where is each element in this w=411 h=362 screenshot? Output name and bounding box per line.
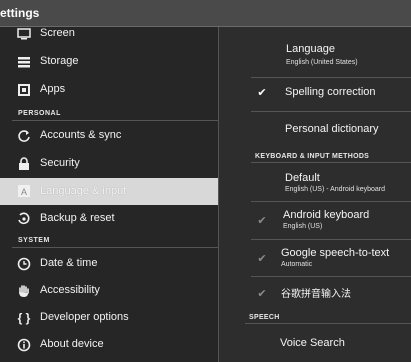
pref-summary: English (US)	[283, 223, 323, 230]
pref-title: Spelling correction	[285, 86, 376, 98]
pref-title: Voice Search	[280, 337, 345, 349]
pref-title: Default	[285, 172, 320, 184]
pref-language[interactable]: Language English (United States)	[219, 35, 411, 73]
sync-icon	[16, 128, 32, 144]
section-header-personal: PERSONAL	[18, 110, 61, 117]
sidebar-item-accounts[interactable]: Accounts & sync	[0, 123, 218, 149]
checkbox-checked-icon[interactable]: ✔	[255, 286, 269, 300]
pref-personal-dictionary[interactable]: Personal dictionary	[219, 115, 411, 145]
sidebar-item-label: Accessibility	[40, 284, 100, 296]
pref-title: Personal dictionary	[285, 123, 379, 135]
section-divider	[245, 323, 411, 324]
sidebar-item-label: Developer options	[40, 311, 129, 323]
list-divider	[251, 276, 411, 277]
pref-voice-search[interactable]: Voice Search	[219, 327, 411, 357]
sidebar-item-accessibility[interactable]: Accessibility	[0, 278, 218, 304]
backup-icon	[16, 211, 32, 227]
sidebar-item-label: Language & input	[40, 185, 127, 197]
section-divider	[12, 247, 218, 248]
language-icon: A	[16, 183, 32, 199]
section-header-keyboard: KEYBOARD & INPUT METHODS	[255, 153, 370, 160]
section-divider	[12, 120, 218, 121]
pref-chinese-ime[interactable]: ✔ 谷歌拼音输入法	[219, 279, 411, 307]
sidebar-item-screen[interactable]: Screen	[0, 21, 218, 47]
checkbox-checked-icon[interactable]: ✔	[255, 213, 269, 227]
sidebar-item-label: Date & time	[40, 257, 98, 269]
pref-title: Android keyboard	[283, 209, 370, 221]
list-divider	[251, 111, 411, 112]
sidebar-item-apps[interactable]: Apps	[0, 77, 218, 103]
pref-summary: Automatic	[281, 261, 313, 268]
pref-spelling-correction[interactable]: ✔ Spelling correction	[219, 79, 411, 109]
hand-icon	[16, 283, 32, 299]
pref-title: 谷歌拼音输入法	[281, 289, 351, 300]
screen-icon	[16, 26, 32, 42]
list-divider	[251, 201, 411, 202]
lock-icon	[16, 156, 32, 172]
sidebar-item-label: Security	[40, 157, 80, 169]
sidebar-item-label: Storage	[40, 55, 79, 67]
clock-icon	[16, 256, 32, 272]
pref-title: Google speech-to-text	[281, 247, 390, 259]
app-title: ettings	[0, 6, 40, 20]
sidebar-item-label: Apps	[40, 83, 66, 95]
pref-title: Language	[286, 43, 335, 55]
info-icon	[16, 337, 32, 353]
sidebar-item-backup[interactable]: Backup & reset	[0, 206, 218, 232]
sidebar-item-label: Accounts & sync	[40, 129, 122, 141]
section-divider	[251, 162, 411, 163]
checkbox-checked-icon[interactable]: ✔	[255, 85, 269, 99]
sidebar-item-developer[interactable]: { } Developer options	[0, 305, 218, 331]
section-header-system: SYSTEM	[18, 237, 50, 244]
sidebar-item-about[interactable]: About device	[0, 332, 218, 358]
sidebar-item-storage[interactable]: Storage	[0, 49, 218, 75]
checkbox-checked-icon[interactable]: ✔	[255, 251, 269, 265]
sidebar-item-label: Screen	[40, 27, 75, 39]
pref-default-keyboard[interactable]: Default English (US) - Android keyboard	[219, 166, 411, 200]
pref-android-keyboard[interactable]: ✔ Android keyboard English (US)	[219, 203, 411, 237]
sidebar-item-language[interactable]: A Language & input	[0, 178, 218, 205]
apps-icon	[16, 82, 32, 98]
svg-text:A: A	[21, 187, 27, 197]
list-divider	[251, 239, 411, 240]
pref-google-speech[interactable]: ✔ Google speech-to-text Automatic	[219, 241, 411, 275]
list-divider	[251, 77, 411, 78]
sidebar-item-security[interactable]: Security	[0, 151, 218, 177]
pref-summary: English (United States)	[286, 59, 358, 66]
settings-sidebar: Screen Storage Apps PERSONAL Accounts & …	[0, 27, 219, 362]
section-header-speech: SPEECH	[249, 314, 280, 321]
storage-icon	[16, 54, 32, 70]
sidebar-item-label: Backup & reset	[40, 212, 115, 224]
sidebar-item-label: About device	[40, 338, 104, 350]
braces-icon: { }	[17, 311, 31, 325]
pref-summary: English (US) - Android keyboard	[285, 186, 385, 193]
sidebar-item-date-time[interactable]: Date & time	[0, 251, 218, 277]
language-input-panel: Language English (United States) ✔ Spell…	[219, 27, 411, 362]
